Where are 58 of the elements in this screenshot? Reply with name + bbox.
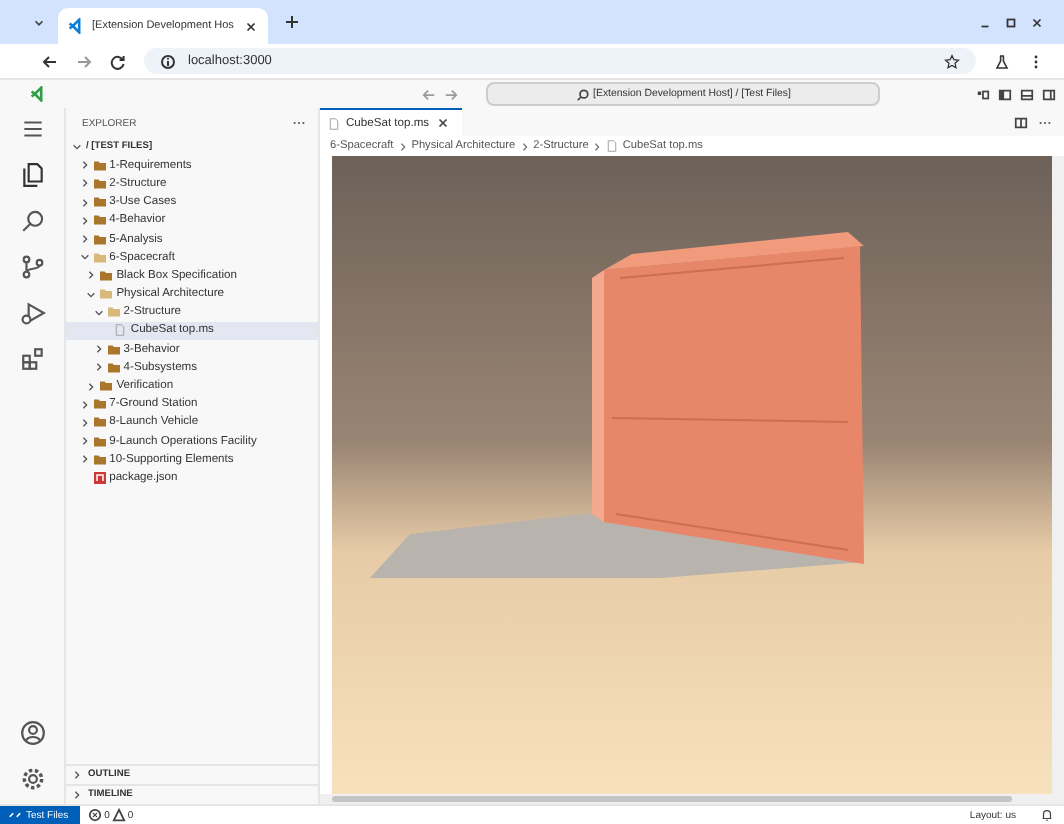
chevron-icon[interactable] <box>79 454 90 465</box>
extensions-icon[interactable] <box>19 346 45 372</box>
split-editor-icon[interactable] <box>1014 115 1028 129</box>
search-icon <box>575 87 590 101</box>
source-control-icon[interactable] <box>19 254 45 280</box>
chevron-right-icon <box>397 141 408 151</box>
secondary-sidebar-icon[interactable] <box>1042 87 1056 101</box>
chevron-icon[interactable] <box>93 362 104 373</box>
new-tab-icon[interactable] <box>284 14 300 30</box>
chevron-icon[interactable] <box>86 270 97 281</box>
file-icon <box>114 324 127 337</box>
chevron-icon[interactable] <box>79 417 90 428</box>
forward-arrow-icon[interactable] <box>444 87 458 101</box>
layout-icon[interactable] <box>976 87 990 101</box>
file-icon <box>606 140 619 152</box>
search-icon[interactable] <box>19 208 45 234</box>
close-icon[interactable] <box>435 116 450 130</box>
close-icon[interactable] <box>1030 15 1044 29</box>
chevron-icon[interactable] <box>79 252 90 263</box>
menu-icon[interactable] <box>19 116 45 142</box>
vscode-logo-icon <box>30 86 46 102</box>
chevron-icon[interactable] <box>72 790 82 800</box>
run-debug-icon[interactable] <box>19 300 45 326</box>
chevron-icon[interactable] <box>79 160 90 171</box>
chevron-icon[interactable] <box>79 234 90 245</box>
file-icon <box>328 117 340 129</box>
chevron-icon[interactable] <box>93 307 104 318</box>
panel-toggle-icon[interactable] <box>1020 87 1034 101</box>
chevron-icon[interactable] <box>79 436 90 447</box>
npm-icon <box>93 471 106 484</box>
warning-icon <box>111 808 126 822</box>
chevron-right-icon <box>519 141 530 151</box>
chevron-icon[interactable] <box>72 142 82 153</box>
chevron-icon[interactable] <box>79 215 90 226</box>
star-icon[interactable] <box>944 53 960 69</box>
close-icon[interactable] <box>244 19 258 33</box>
vscode-logo-icon <box>68 18 84 34</box>
chevron-icon[interactable] <box>72 770 82 780</box>
maximize-icon[interactable] <box>1004 15 1018 29</box>
chevron-icon[interactable] <box>86 381 97 392</box>
sidebar-toggle-icon[interactable] <box>998 87 1012 101</box>
error-icon <box>88 808 103 822</box>
bell-icon[interactable] <box>1040 808 1054 822</box>
settings-icon[interactable] <box>19 766 45 792</box>
chevron-icon[interactable] <box>86 289 97 300</box>
reload-icon[interactable] <box>110 53 126 69</box>
chevron-icon[interactable] <box>79 178 90 189</box>
info-icon[interactable] <box>160 53 176 69</box>
back-arrow-icon[interactable] <box>42 53 58 69</box>
chevron-icon[interactable] <box>93 344 104 355</box>
files-icon[interactable] <box>19 162 45 188</box>
flask-icon[interactable] <box>994 53 1010 69</box>
chevron-down-icon[interactable] <box>32 15 46 29</box>
chevron-icon[interactable] <box>79 197 90 208</box>
chevron-right-icon <box>592 141 603 151</box>
account-icon[interactable] <box>19 720 45 746</box>
chevron-icon[interactable] <box>79 399 90 410</box>
forward-arrow-icon[interactable] <box>76 53 92 69</box>
